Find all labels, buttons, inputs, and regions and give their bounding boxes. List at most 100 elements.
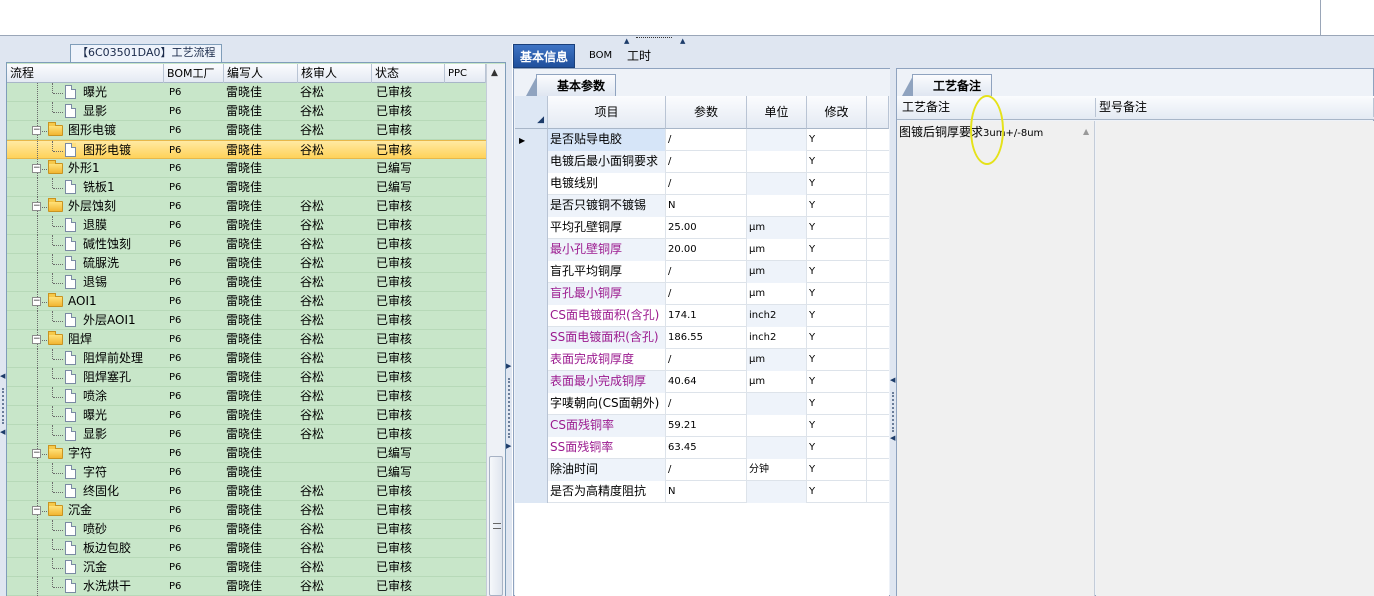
param-value-cell[interactable]: 186.55 <box>666 327 747 349</box>
splitter-grip-icon[interactable] <box>636 37 672 40</box>
row-header[interactable] <box>515 195 548 217</box>
param-row[interactable]: 是否只镀铜不镀锡 N Y <box>515 195 889 217</box>
tab-work-hours[interactable]: 工时 <box>621 44 657 68</box>
param-value-cell[interactable]: N <box>666 195 747 217</box>
tree-item-row[interactable]: 曝光 P6 雷晓佳 谷松 已审核 <box>7 83 486 102</box>
row-header[interactable] <box>515 459 548 481</box>
column-header-writer[interactable]: 编写人 <box>224 64 298 83</box>
subtab-basic-params[interactable]: 基本参数 <box>536 74 617 96</box>
row-header[interactable] <box>515 481 548 503</box>
param-row[interactable]: CS面电镀面积(含孔) 174.1 inch2 Y <box>515 305 889 327</box>
tree-folder-row[interactable]: − 外形1 P6 雷晓佳 已编写 <box>7 159 486 178</box>
param-modify-cell[interactable]: Y <box>807 327 867 349</box>
param-unit-cell[interactable]: inch2 <box>747 327 807 349</box>
row-header[interactable] <box>515 371 548 393</box>
tree-item-row[interactable]: 板边包胶 P6 雷晓佳 谷松 已审核 <box>7 539 486 558</box>
param-unit-cell[interactable] <box>747 415 807 437</box>
horizontal-splitter[interactable]: ▲ ▲ <box>0 36 1374 45</box>
collapse-toggle-icon[interactable]: − <box>32 335 41 344</box>
param-unit-cell[interactable]: inch2 <box>747 305 807 327</box>
column-header-bom-factory[interactable]: BOM工厂 <box>164 64 224 83</box>
param-value-cell[interactable]: 20.00 <box>666 239 747 261</box>
param-modify-cell[interactable]: Y <box>807 173 867 195</box>
notes-header-model[interactable]: 型号备注 <box>1096 98 1374 117</box>
param-modify-cell[interactable]: Y <box>807 283 867 305</box>
param-unit-cell[interactable] <box>747 481 807 503</box>
param-modify-cell[interactable]: Y <box>807 195 867 217</box>
param-row[interactable]: 盲孔最小铜厚 / μm Y <box>515 283 889 305</box>
collapse-toggle-icon[interactable]: − <box>32 202 41 211</box>
param-modify-cell[interactable]: Y <box>807 481 867 503</box>
param-value-cell[interactable]: / <box>666 349 747 371</box>
param-modify-cell[interactable]: Y <box>807 217 867 239</box>
param-value-cell[interactable]: 25.00 <box>666 217 747 239</box>
param-value-cell[interactable]: 59.21 <box>666 415 747 437</box>
tree-item-row[interactable]: 字符 P6 雷晓佳 已编写 <box>7 463 486 482</box>
param-value-cell[interactable]: 63.45 <box>666 437 747 459</box>
tree-vertical-scrollbar[interactable]: ▲ <box>486 64 505 596</box>
param-modify-cell[interactable]: Y <box>807 371 867 393</box>
tree-item-row[interactable]: 喷涂 P6 雷晓佳 谷松 已审核 <box>7 387 486 406</box>
splitter-arrow-icon[interactable]: ▶ <box>506 362 511 370</box>
param-value-cell[interactable]: 174.1 <box>666 305 747 327</box>
grid-corner[interactable]: ◢ <box>515 96 548 129</box>
left-collapse-handle[interactable]: ◀ ◀ <box>0 360 6 450</box>
scroll-up-arrow-icon[interactable]: ▲ <box>491 68 498 78</box>
param-row[interactable]: 盲孔平均铜厚 / μm Y <box>515 261 889 283</box>
param-row[interactable]: 电镀线别 / Y <box>515 173 889 195</box>
left-middle-splitter[interactable]: ▶ ▶ <box>506 44 512 596</box>
tree-item-row[interactable]: 外层AOI1 P6 雷晓佳 谷松 已审核 <box>7 311 486 330</box>
param-unit-cell[interactable]: μm <box>747 239 807 261</box>
column-header-flow[interactable]: 流程 <box>7 64 164 83</box>
model-note-textarea[interactable] <box>1096 121 1374 596</box>
param-row[interactable]: 除油时间 / 分钟 Y <box>515 459 889 481</box>
grid-header-modify[interactable]: 修改 <box>807 96 867 129</box>
tree-item-row[interactable]: 铣板1 P6 雷晓佳 已编写 <box>7 178 486 197</box>
splitter-arrow-icon[interactable]: ◀ <box>890 434 895 442</box>
param-modify-cell[interactable]: Y <box>807 239 867 261</box>
collapse-arrow-icon[interactable]: ◀ <box>0 428 5 436</box>
param-row[interactable]: 字唛朝向(CS面朝外) / Y <box>515 393 889 415</box>
param-unit-cell[interactable] <box>747 195 807 217</box>
param-value-cell[interactable]: / <box>666 283 747 305</box>
tree-item-row[interactable]: 终固化 P6 雷晓佳 谷松 已审核 <box>7 482 486 501</box>
collapse-toggle-icon[interactable]: − <box>32 506 41 515</box>
param-unit-cell[interactable]: μm <box>747 349 807 371</box>
param-value-cell[interactable]: 40.64 <box>666 371 747 393</box>
tree-item-row[interactable]: 硫脲洗 P6 雷晓佳 谷松 已审核 <box>7 254 486 273</box>
param-value-cell[interactable]: / <box>666 261 747 283</box>
textarea-scroll-up-icon[interactable]: ▲ <box>1083 127 1089 136</box>
row-header[interactable] <box>515 349 548 371</box>
subtab-process-notes[interactable]: 工艺备注 <box>912 74 993 96</box>
splitter-arrow-icon[interactable]: ▶ <box>506 442 511 450</box>
param-row[interactable]: 是否为高精度阻抗 N Y <box>515 481 889 503</box>
param-value-cell[interactable]: / <box>666 459 747 481</box>
param-modify-cell[interactable]: Y <box>807 151 867 173</box>
tree-item-row[interactable]: 碱性蚀刻 P6 雷晓佳 谷松 已审核 <box>7 235 486 254</box>
param-unit-cell[interactable]: 分钟 <box>747 459 807 481</box>
tree-item-row[interactable]: 喷砂 P6 雷晓佳 谷松 已审核 <box>7 520 486 539</box>
tree-folder-row[interactable]: − AOI1 P6 雷晓佳 谷松 已审核 <box>7 292 486 311</box>
param-modify-cell[interactable]: Y <box>807 393 867 415</box>
param-modify-cell[interactable]: Y <box>807 459 867 481</box>
row-header[interactable] <box>515 437 548 459</box>
tree-item-row[interactable]: 阻焊塞孔 P6 雷晓佳 谷松 已审核 <box>7 368 486 387</box>
param-unit-cell[interactable] <box>747 393 807 415</box>
param-unit-cell[interactable] <box>747 151 807 173</box>
row-header[interactable] <box>515 305 548 327</box>
column-header-status[interactable]: 状态 <box>372 64 445 83</box>
tree-item-row[interactable]: 沉金 P6 雷晓佳 谷松 已审核 <box>7 558 486 577</box>
column-header-reviewer[interactable]: 核审人 <box>298 64 372 83</box>
grid-header-item[interactable]: 项目 <box>548 96 666 129</box>
tree-item-row[interactable]: 退锡 P6 雷晓佳 谷松 已审核 <box>7 273 486 292</box>
tree-folder-row[interactable]: − 外层蚀刻 P6 雷晓佳 谷松 已审核 <box>7 197 486 216</box>
collapse-toggle-icon[interactable]: − <box>32 449 41 458</box>
param-unit-cell[interactable]: μm <box>747 217 807 239</box>
tree-folder-row[interactable]: − 字符 P6 雷晓佳 已编写 <box>7 444 486 463</box>
param-unit-cell[interactable] <box>747 173 807 195</box>
param-row[interactable]: 平均孔壁铜厚 25.00 μm Y <box>515 217 889 239</box>
param-row[interactable]: 最小孔壁铜厚 20.00 μm Y <box>515 239 889 261</box>
param-row[interactable]: CS面残铜率 59.21 Y <box>515 415 889 437</box>
row-header[interactable] <box>515 239 548 261</box>
collapse-arrow-icon[interactable]: ◀ <box>0 372 5 380</box>
